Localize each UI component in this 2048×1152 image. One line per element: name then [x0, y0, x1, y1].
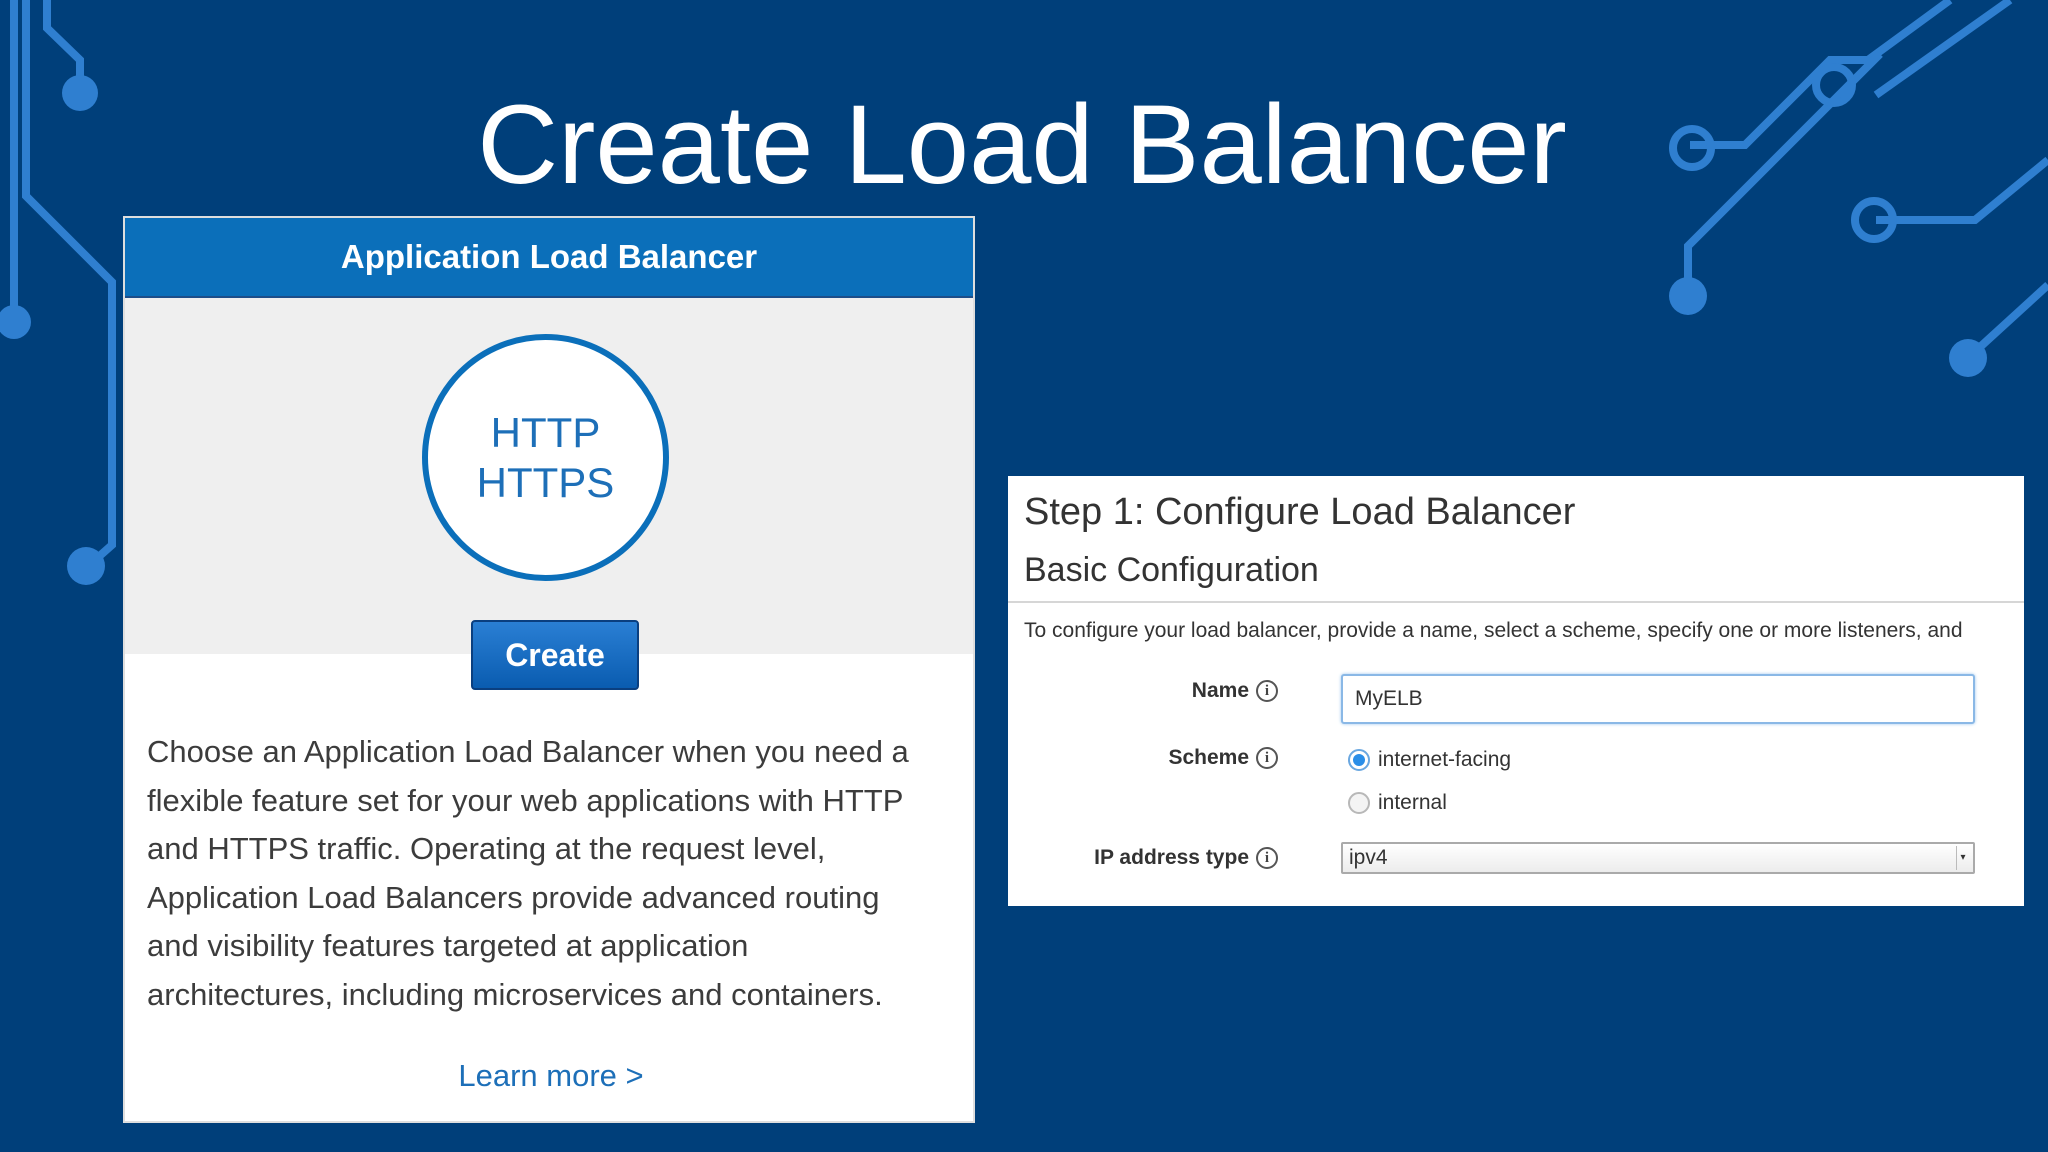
chevron-down-icon: ▾ — [1956, 846, 1969, 870]
create-button[interactable]: Create — [471, 620, 639, 690]
scheme-option-internal[interactable]: internal — [1348, 791, 1447, 815]
name-input-value: MyELB — [1355, 687, 1423, 710]
scheme-label: Scheme — [1168, 746, 1249, 769]
alb-description-line: flexible feature set for your web applic… — [147, 782, 904, 818]
alb-description-line: Application Load Balancers provide advan… — [147, 879, 880, 915]
alb-description-line: and visibility features targeted at appl… — [147, 928, 749, 963]
section-title: Basic Configuration — [1024, 551, 1319, 589]
intro-text: To configure your load balancer, provide… — [1024, 619, 1963, 642]
alb-card-graphic-area: HTTP HTTPS — [125, 298, 973, 654]
alb-card: Application Load Balancer HTTP HTTPS Cre… — [123, 216, 975, 1123]
ip-address-type-label: IP address type — [1094, 846, 1249, 869]
alb-card-header: Application Load Balancer — [125, 218, 973, 298]
ip-address-type-select[interactable]: ipv4 ▾ — [1341, 842, 1975, 874]
ip-address-type-value: ipv4 — [1349, 846, 1388, 869]
scheme-option-label: internet-facing — [1378, 748, 1512, 771]
name-info-icon[interactable]: i — [1256, 680, 1278, 702]
scheme-option-internet-facing[interactable]: internet-facing — [1348, 748, 1511, 772]
slide-title: Create Load Balancer — [477, 82, 1567, 207]
radio-checked-icon[interactable] — [1348, 749, 1370, 771]
protocol-https: HTTPS — [476, 458, 615, 506]
scheme-option-label: internal — [1378, 791, 1447, 814]
step-title: Step 1: Configure Load Balancer — [1024, 491, 1576, 533]
ip-address-type-info-icon[interactable]: i — [1256, 847, 1278, 869]
name-label: Name — [1191, 679, 1249, 702]
alb-description-line: and HTTPS traffic. Operating at the requ… — [147, 831, 826, 866]
alb-description: Choose an Application Load Balancer when… — [147, 728, 967, 1019]
configure-panel: Step 1: Configure Load Balancer Basic Co… — [1008, 476, 2024, 906]
radio-unchecked-icon[interactable] — [1348, 792, 1370, 814]
section-divider — [1008, 601, 2024, 603]
protocol-circle-icon: HTTP HTTPS — [422, 334, 669, 581]
protocol-http: HTTP — [490, 408, 601, 456]
name-input[interactable]: MyELB — [1341, 674, 1975, 724]
alb-description-line: architectures, including microservices a… — [147, 976, 883, 1012]
learn-more-link[interactable]: Learn more > — [125, 1058, 977, 1094]
alb-description-line: Choose an Application Load Balancer when… — [147, 734, 909, 769]
scheme-info-icon[interactable]: i — [1256, 747, 1278, 769]
